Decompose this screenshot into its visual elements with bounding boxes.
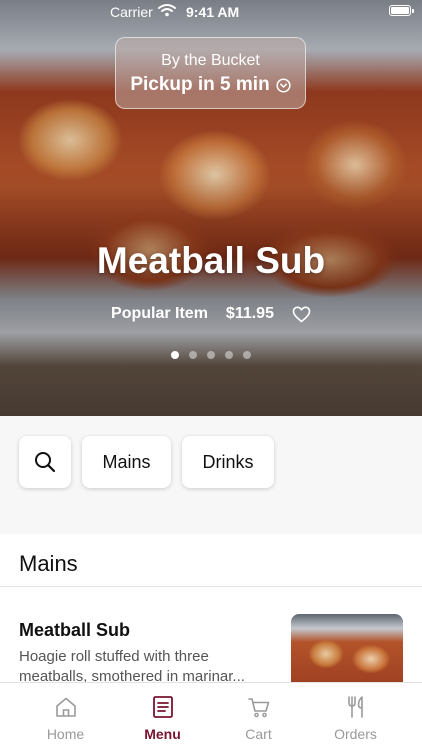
hero-title: Meatball Sub <box>96 240 326 281</box>
orders-icon <box>345 695 367 719</box>
chip-mains[interactable]: Mains <box>82 436 171 488</box>
pickup-selector[interactable]: By the Bucket Pickup in 5 min <box>115 37 306 109</box>
home-icon <box>54 695 78 719</box>
chevron-down-circle-icon <box>276 77 291 93</box>
section-header: Mains <box>0 534 422 587</box>
cart-icon <box>247 695 271 719</box>
item-thumbnail <box>291 614 403 683</box>
menu-icon <box>152 695 174 719</box>
status-time: 9:41 AM <box>186 4 240 20</box>
carousel-dot[interactable] <box>207 351 215 359</box>
chip-label: Drinks <box>202 451 254 472</box>
status-carrier: Carrier <box>110 4 153 20</box>
tab-label: Orders <box>334 726 377 742</box>
carousel-dot[interactable] <box>243 351 251 359</box>
chip-label: Mains <box>102 451 151 472</box>
tab-bar: Home Menu Cart Orders <box>0 682 422 751</box>
tab-home[interactable]: Home <box>13 683 118 751</box>
popular-tag: Popular Item <box>111 305 208 322</box>
tab-label: Cart <box>245 726 272 742</box>
search-icon <box>34 451 56 473</box>
category-chips: Mains Drinks <box>0 416 422 534</box>
pickup-location: By the Bucket <box>161 52 260 69</box>
tab-orders[interactable]: Orders <box>303 683 408 751</box>
heart-icon[interactable] <box>292 306 311 323</box>
tab-label: Home <box>46 726 85 742</box>
tab-menu[interactable]: Menu <box>110 683 215 751</box>
carousel-dot[interactable] <box>189 351 197 359</box>
menu-item[interactable]: Meatball Sub Hoagie roll stuffed with th… <box>0 587 422 683</box>
status-bar: Carrier 9:41 AM <box>0 0 422 24</box>
pickup-time: Pickup in 5 min <box>130 74 270 95</box>
hero-meta: Popular Item $11.95 <box>0 305 422 323</box>
tab-cart[interactable]: Cart <box>206 683 311 751</box>
item-name: Meatball Sub <box>19 620 131 640</box>
search-button[interactable] <box>19 436 71 488</box>
chip-drinks[interactable]: Drinks <box>182 436 274 488</box>
carousel-dot[interactable] <box>225 351 233 359</box>
wifi-icon <box>158 3 176 20</box>
battery-icon <box>389 5 414 16</box>
carousel-dot[interactable] <box>171 351 179 359</box>
tab-label: Menu <box>144 726 181 742</box>
hero-price: $11.95 <box>225 305 274 322</box>
section-title: Mains <box>19 551 78 576</box>
item-description: Hoagie roll stuffed with three meatballs… <box>19 648 245 683</box>
carousel-dots[interactable] <box>0 351 422 359</box>
